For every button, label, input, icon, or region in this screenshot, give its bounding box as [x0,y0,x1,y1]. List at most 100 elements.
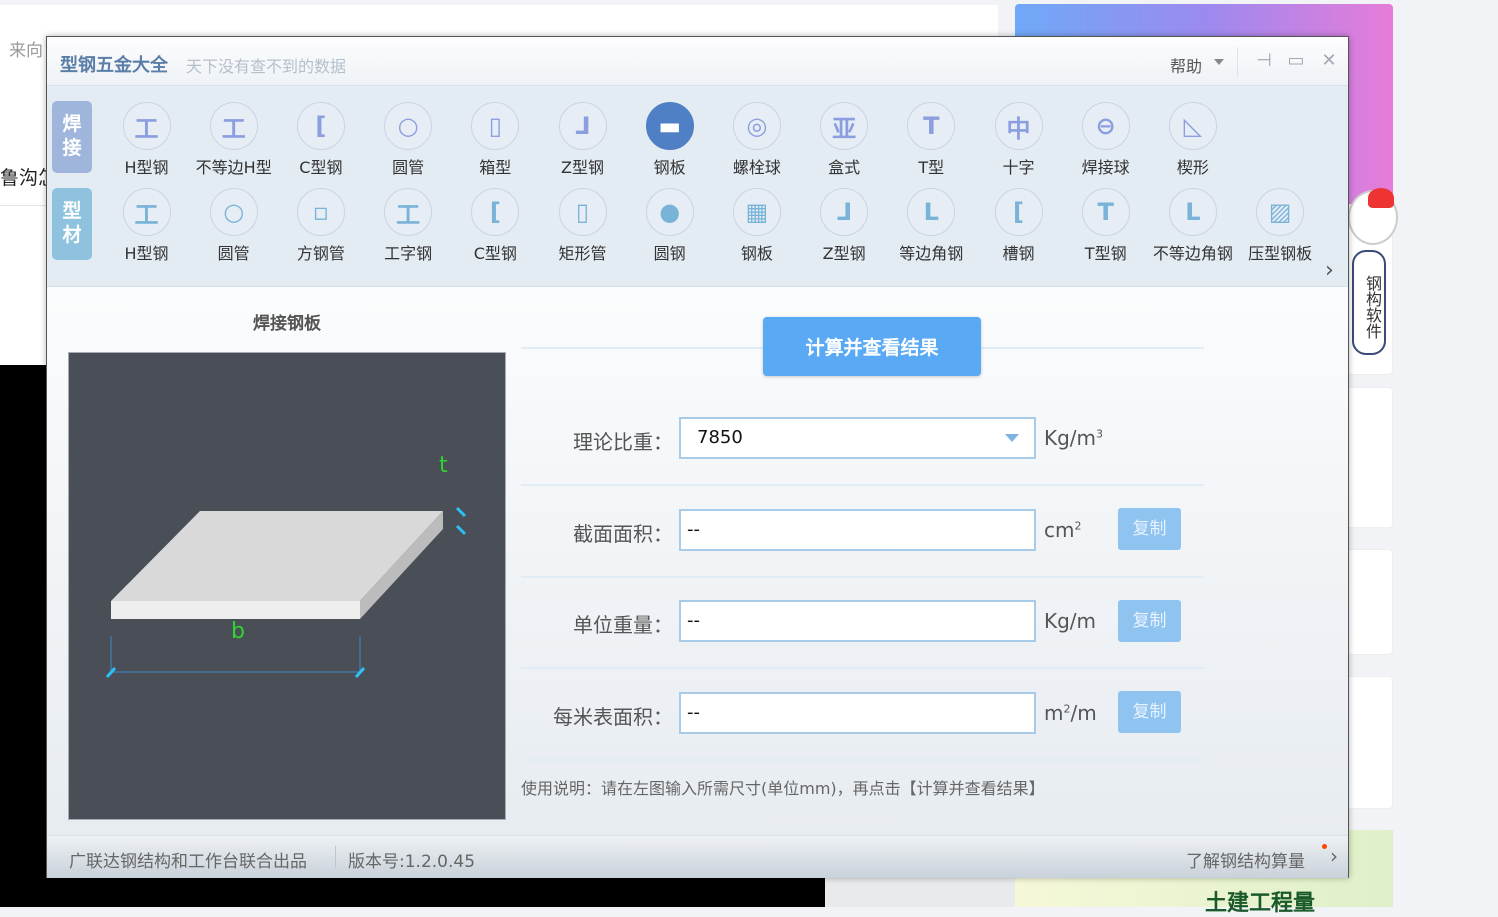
shape-label: 圆钢 [653,244,686,263]
shape-button[interactable]: ⅃ Z型钢 [539,102,626,178]
credit-text: 广联达钢结构和工作台联合出品 [69,852,307,872]
chevron-right-icon[interactable]: › [1330,844,1338,868]
divider [521,576,1204,578]
shape-button[interactable]: 中十字 [975,102,1062,178]
shape-icon: 亚 [820,102,869,150]
diagram-title: 焊接钢板 [253,314,321,334]
shape-button[interactable]: 工工字钢 [365,188,452,264]
tab-weld[interactable]: 焊接 [52,101,92,173]
shape-icon: ⊖ [1081,102,1130,150]
shape-button[interactable]: ◎ 螺栓球 [713,102,800,178]
surface-unit: m2/m [1044,701,1097,725]
shape-button[interactable]: ○ 圆管 [365,102,452,178]
shape-label: H型钢 [124,244,169,263]
shape-button[interactable]: ⅃ Z型钢 [801,188,888,264]
chevron-down-icon[interactable] [1214,59,1224,65]
shape-button[interactable]: 工 H型钢 [103,188,190,264]
dimension-tick[interactable] [455,524,467,536]
weight-label: 单位重量： [573,613,673,637]
thickness-input-label[interactable]: t [439,453,448,478]
shape-button[interactable]: ● 圆钢 [626,188,713,264]
dimension-tick[interactable] [455,506,467,518]
shape-toolbar: 焊接 型材 工 H型钢工不等边H型[C型钢 ○ 圆管 ▯ 箱型 ⅃ Z型钢 ▬ 钢板 ◎ 螺栓球亚盒式… [47,86,1348,287]
usage-note: 使用说明：请在左图输入所需尺寸(单位mm)，再点击【计算并查看结果】 [521,779,1045,798]
shape-label: 螺栓球 [732,158,781,177]
shape-button[interactable]: ○ 圆管 [190,188,277,264]
shape-button[interactable]: [ 槽钢 [975,188,1062,264]
steel-plate-illustration [105,506,467,678]
shape-icon: ○ [384,102,433,150]
density-label: 理论比重： [573,430,673,454]
shape-icon: T [1081,188,1130,236]
shape-button[interactable]: ⊖ 焊接球 [1062,102,1149,178]
density-unit: Kg/m3 [1044,426,1103,450]
close-icon[interactable]: ✕ [1318,50,1340,71]
width-input-label[interactable]: b [231,619,245,644]
shape-button[interactable]: 工 H型钢 [103,102,190,178]
shape-label: 压型钢板 [1248,244,1313,263]
shape-button[interactable]: ▯ 箱型 [452,102,539,178]
shape-label: 槽钢 [1002,244,1035,263]
shape-button[interactable]: 工不等边H型 [190,102,277,178]
unit-sup: 2 [1074,519,1082,533]
surface-label: 每米表面积： [553,705,673,729]
tab-profile[interactable]: 型材 [52,188,92,260]
shape-label: 钢板 [740,244,773,263]
shape-icon: ▨ [1256,188,1305,236]
shape-button[interactable]: [C型钢 [277,102,364,178]
shape-label: 箱型 [479,158,512,177]
copy-weight-button[interactable]: 复制 [1118,600,1181,642]
shape-label: 工字钢 [384,244,433,263]
copy-surface-button[interactable]: 复制 [1118,691,1181,733]
shape-button[interactable]: [C型钢 [452,188,539,264]
pin-icon[interactable]: ⊣ [1253,50,1275,71]
chevron-down-icon[interactable] [1005,434,1019,442]
shape-button[interactable]: T T型 [888,102,975,178]
weight-unit: Kg/m [1044,609,1097,633]
shape-button[interactable]: ◺ 楔形 [1149,102,1236,178]
shape-icon: 工 [209,102,258,150]
shape-icon: L [1168,188,1217,236]
shape-label: 等边角钢 [899,244,964,263]
tab-label: 型材 [62,200,82,246]
tab-label: 焊接 [62,113,82,159]
area-label: 截面面积： [573,522,673,546]
shape-icon: [ [994,188,1043,236]
shape-button[interactable]: ▦ 钢板 [713,188,800,264]
shape-button[interactable]: ▨ 压型钢板 [1237,188,1324,264]
shape-button[interactable]: ▬ 钢板 [626,102,713,178]
shape-label: 十字 [1002,158,1035,177]
shape-label: H型钢 [124,158,169,177]
ad-text: 土建工程量 [1205,891,1316,916]
title-bar[interactable]: 型钢五金大全 天下没有查不到的数据 帮助 ⊣ ▭ ✕ [47,37,1348,86]
footer: 广联达钢结构和工作台联合出品 版本号:1.2.0.45 了解钢结构算量 › [47,835,1348,878]
unit-text: m [1044,701,1064,725]
minimize-icon[interactable]: ▭ [1285,50,1307,71]
density-select[interactable]: 7850 [679,417,1036,459]
shape-button[interactable]: ▫ 方钢管 [277,188,364,264]
copy-area-button[interactable]: 复制 [1118,508,1181,550]
divider [521,484,1204,486]
shape-button[interactable]: T T型钢 [1062,188,1149,264]
shape-label: 不等边角钢 [1152,244,1233,263]
shape-label: 圆管 [217,244,250,263]
weight-output[interactable]: -- [679,600,1036,642]
surface-output[interactable]: -- [679,692,1036,734]
shape-button[interactable]: 亚盒式 [801,102,888,178]
area-output[interactable]: -- [679,509,1036,551]
learn-more-link[interactable]: 了解钢结构算量 [1186,847,1305,872]
shape-button[interactable]: L 不等边角钢 [1149,188,1236,264]
shape-label: 楔形 [1176,158,1209,177]
help-menu[interactable]: 帮助 [1170,53,1202,77]
shape-icon: ▯ [471,102,520,150]
shape-icon: 工 [122,102,171,150]
calculate-button[interactable]: 计算并查看结果 [763,317,981,376]
version-text: 版本号:1.2.0.45 [348,852,476,872]
shape-icon: T [907,102,956,150]
mascot-bubble[interactable]: 钢构软件 [1352,250,1386,355]
shape-button[interactable]: ▯ 矩形管 [539,188,626,264]
shape-button[interactable]: L 等边角钢 [888,188,975,264]
chevron-right-icon[interactable]: › [1325,258,1334,283]
shape-label: 焊接球 [1081,158,1130,177]
plate-front-face [111,601,360,619]
